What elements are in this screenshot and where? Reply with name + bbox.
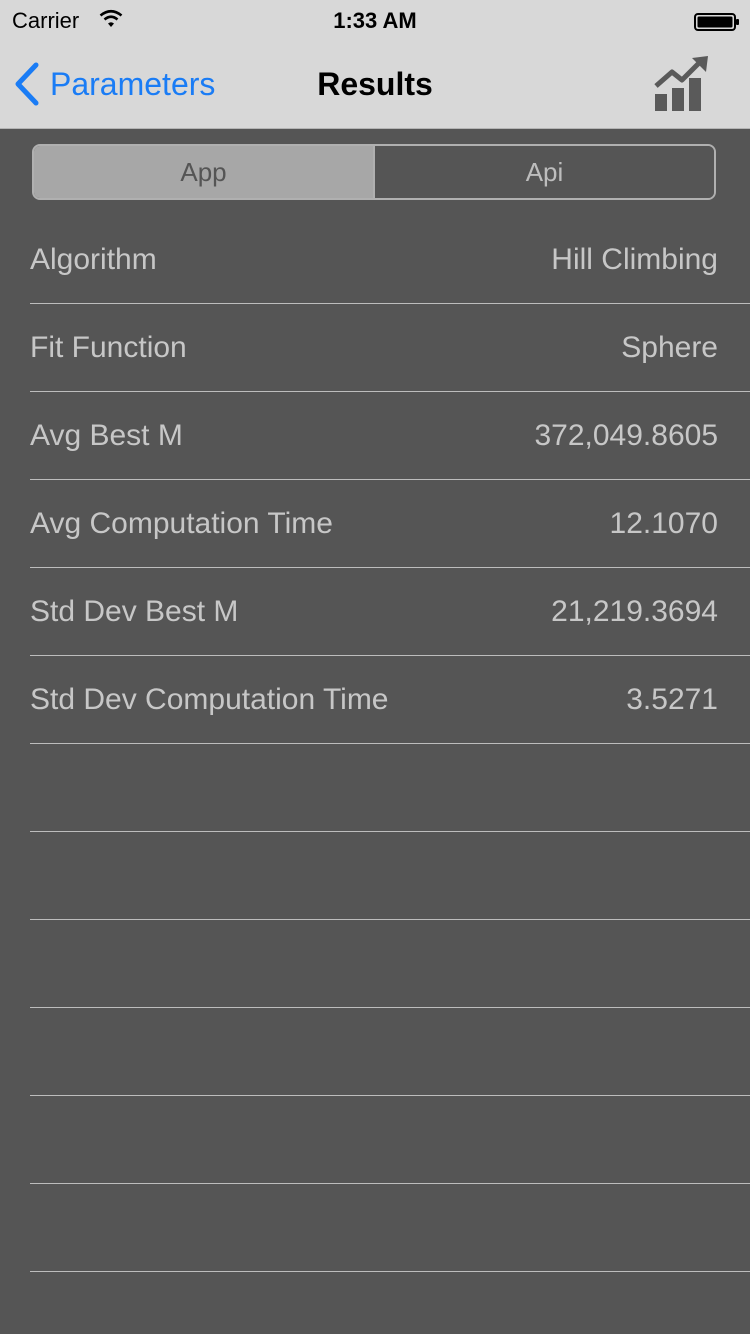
status-time: 1:33 AM — [333, 8, 417, 33]
segment-api[interactable]: Api — [373, 146, 714, 198]
row-label: Std Dev Computation Time — [30, 683, 389, 716]
status-bar: Carrier 1:33 AM — [0, 0, 750, 40]
table-row[interactable]: Std Dev Computation Time 3.5271 — [30, 656, 750, 744]
table-row[interactable]: Algorithm Hill Climbing — [30, 216, 750, 304]
row-value: 3.5271 — [626, 683, 718, 716]
nav-header: Parameters Results — [0, 40, 750, 128]
row-label: Std Dev Best M — [30, 595, 239, 628]
navigation-bar: Carrier 1:33 AM Parameters Results — [0, 0, 750, 129]
table-row[interactable]: Avg Computation Time 12.1070 — [30, 480, 750, 568]
battery-icon — [694, 11, 739, 31]
segmented-control: App Api — [32, 144, 716, 200]
row-label: Fit Function — [30, 331, 187, 364]
row-label: Algorithm — [30, 243, 157, 276]
row-value: 372,049.8605 — [534, 419, 718, 452]
empty-table-row — [30, 920, 750, 1008]
row-value: 21,219.3694 — [551, 595, 718, 628]
row-label: Avg Computation Time — [30, 507, 333, 540]
empty-table-row — [30, 1096, 750, 1184]
row-value: Sphere — [621, 331, 718, 364]
segment-app[interactable]: App — [34, 146, 373, 198]
results-table: Algorithm Hill Climbing Fit Function Sph… — [0, 216, 750, 1272]
empty-table-row — [30, 832, 750, 920]
table-row[interactable]: Avg Best M 372,049.8605 — [30, 392, 750, 480]
row-value: 12.1070 — [609, 507, 718, 540]
row-value: Hill Climbing — [551, 243, 718, 276]
chart-growth-icon[interactable] — [652, 54, 712, 114]
empty-table-row — [30, 1008, 750, 1096]
row-label: Avg Best M — [30, 419, 183, 452]
table-row[interactable]: Fit Function Sphere — [30, 304, 750, 392]
empty-table-row — [30, 1184, 750, 1272]
page-title: Results — [317, 66, 433, 102]
empty-table-row — [30, 744, 750, 832]
table-row[interactable]: Std Dev Best M 21,219.3694 — [30, 568, 750, 656]
